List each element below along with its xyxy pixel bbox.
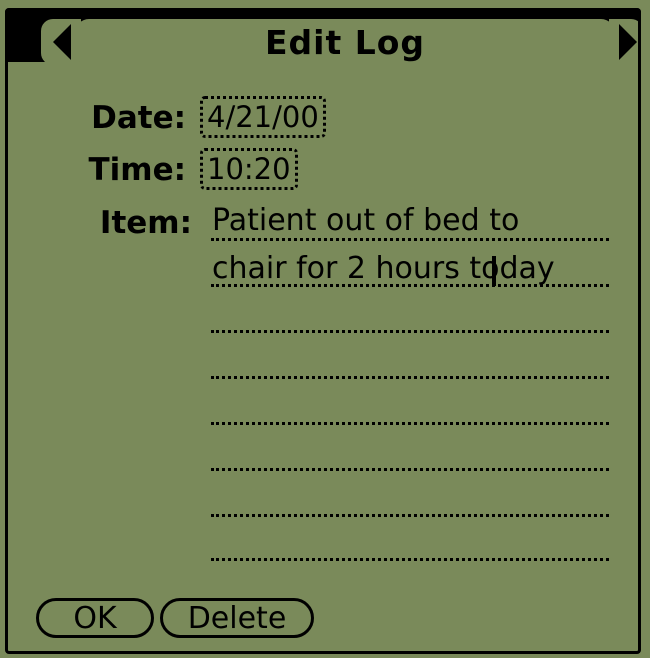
screen: Edit Log Date: 4/21/00 Time: 10:20 Item:…	[0, 0, 650, 658]
item-rule-8	[211, 558, 609, 561]
item-line-2: chair for 2 hours today	[212, 251, 555, 286]
date-label: Date:	[91, 100, 186, 136]
item-line-1: Patient out of bed to	[212, 203, 520, 238]
time-label: Time:	[88, 152, 187, 188]
delete-button-label: Delete	[187, 600, 287, 636]
delete-button[interactable]: Delete	[160, 598, 314, 638]
item-rule-3	[211, 330, 609, 333]
text-cursor	[492, 256, 496, 286]
item-rule-7	[211, 514, 609, 517]
ok-button-label: OK	[73, 600, 117, 636]
item-rule-2	[211, 284, 609, 287]
ok-button[interactable]: OK	[36, 598, 154, 638]
time-field[interactable]: 10:20	[200, 148, 298, 190]
item-rule-1	[211, 238, 609, 241]
item-rule-4	[211, 376, 609, 379]
item-rule-5	[211, 422, 609, 425]
item-label: Item:	[99, 205, 192, 241]
date-field[interactable]: 4/21/00	[200, 96, 326, 138]
item-rule-6	[211, 468, 609, 471]
